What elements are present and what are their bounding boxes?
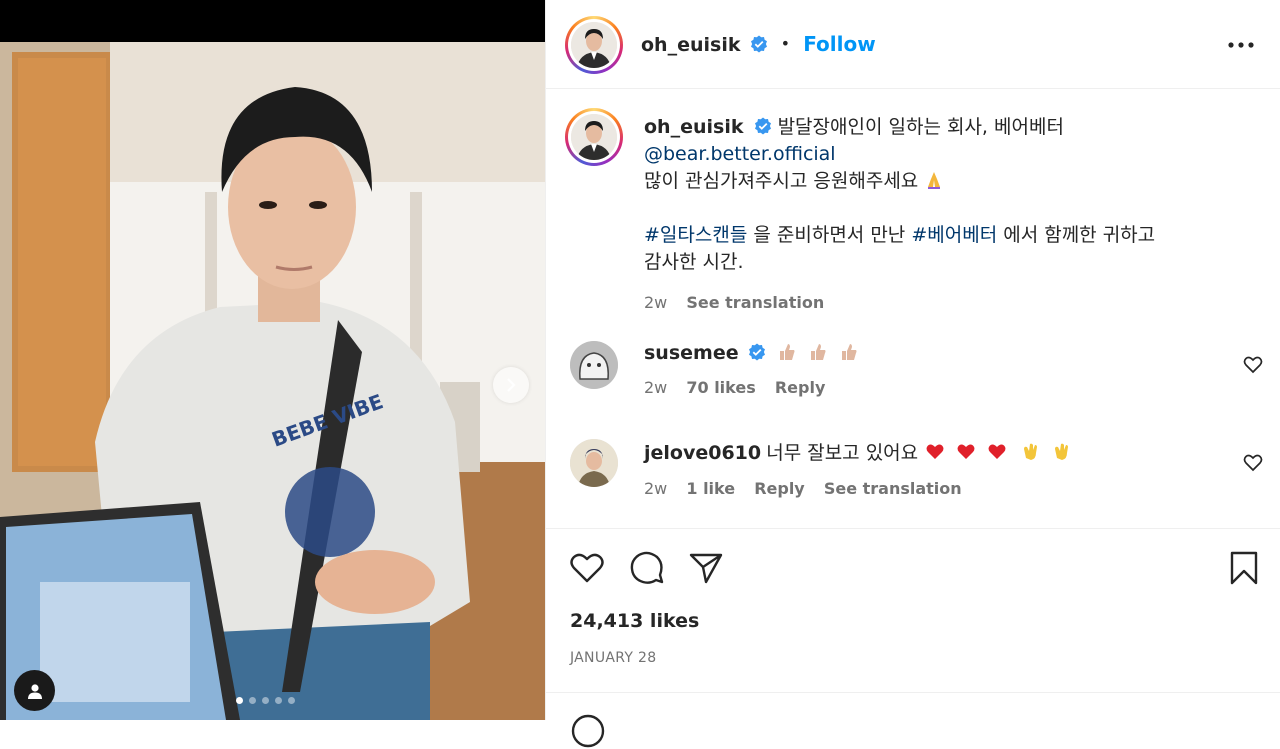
comment-username[interactable]: jelove0610 <box>644 442 761 464</box>
clapping-hands-emoji-icon <box>1021 443 1074 463</box>
caption-timestamp[interactable]: 2w <box>644 293 667 312</box>
author-username[interactable]: oh_euisik <box>641 34 740 56</box>
author-avatar[interactable] <box>565 16 623 74</box>
post-photo: BEBE VIBE <box>0 42 545 720</box>
carousel-dot <box>288 697 295 704</box>
comment-timestamp[interactable]: 2w <box>644 479 667 498</box>
carousel-dot <box>236 697 243 704</box>
post-side-panel: oh_euisik • Follow oh_euisik 발달장애인이 일하는 … <box>545 0 1280 748</box>
reply-button[interactable]: Reply <box>775 378 826 397</box>
verified-badge-icon <box>750 35 767 53</box>
see-translation-link[interactable]: See translation <box>824 479 962 498</box>
comment-likes[interactable]: 70 likes <box>686 378 755 397</box>
verified-badge-icon <box>754 117 771 135</box>
post-header: oh_euisik • Follow <box>546 0 1280 89</box>
caption-mention-link[interactable]: @bear.better.official <box>644 143 836 165</box>
caption-text-end1: 에서 함께한 귀하고 <box>997 224 1156 246</box>
caption-author-avatar[interactable] <box>565 108 623 166</box>
add-comment-section <box>546 692 1280 748</box>
like-heart-icon[interactable] <box>569 550 605 586</box>
more-options-icon <box>1228 42 1254 48</box>
bookmark-icon[interactable] <box>1226 550 1262 586</box>
follow-button[interactable]: Follow <box>803 32 876 56</box>
comment-timestamp[interactable]: 2w <box>644 378 667 397</box>
comment-text: 너무 잘보고 있어요 <box>766 442 919 464</box>
hashtag-link[interactable]: #베어베터 <box>911 224 997 246</box>
reply-button[interactable]: Reply <box>754 479 805 498</box>
carousel-indicator <box>236 697 295 704</box>
carousel-dot <box>275 697 282 704</box>
likes-count[interactable]: 24,413 likes <box>570 610 699 632</box>
post-media: BEBE VIBE <box>0 0 545 720</box>
caption-username[interactable]: oh_euisik <box>644 116 743 138</box>
hashtag-link[interactable]: #일타스캔들 <box>644 224 747 246</box>
post-date[interactable]: JANUARY 28 <box>570 650 656 666</box>
caption-text-line1: 발달장애인이 일하는 회사, 베어베터 <box>777 116 1064 138</box>
heart-emoji-icon <box>925 444 1012 463</box>
thumbs-up-emoji-icon <box>777 344 859 363</box>
tagged-users-button[interactable] <box>14 670 55 711</box>
caption-text-line2: 많이 관심가져주시고 응원해주세요 <box>644 170 919 192</box>
carousel-dot <box>249 697 256 704</box>
comment-icon[interactable] <box>629 550 665 586</box>
chevron-right-icon <box>507 378 516 392</box>
folded-hands-emoji-icon <box>928 172 941 189</box>
comment-avatar[interactable] <box>570 439 618 487</box>
carousel-next-button[interactable] <box>493 367 529 403</box>
comment-item: jelove0610 너무 잘보고 있어요 2w 1 like Reply Se… <box>644 440 1074 498</box>
caption-text-end2: 감사한 시간. <box>644 251 744 273</box>
heart-icon[interactable] <box>1243 453 1263 473</box>
emoji-picker-icon[interactable] <box>570 713 606 749</box>
comment-avatar[interactable] <box>570 341 618 389</box>
comment-username[interactable]: susemee <box>644 342 739 364</box>
caption-text-mid: 을 준비하면서 만난 <box>747 224 912 246</box>
share-icon[interactable] <box>688 550 724 586</box>
user-tag-icon <box>27 683 42 699</box>
more-options-button[interactable] <box>1226 33 1256 57</box>
carousel-dot <box>262 697 269 704</box>
verified-badge-icon <box>748 343 765 361</box>
caption: oh_euisik 발달장애인이 일하는 회사, 베어베터 @bear.bett… <box>644 114 1244 316</box>
see-translation-link[interactable]: See translation <box>686 293 824 312</box>
separator-dot: • <box>780 34 791 53</box>
heart-icon[interactable] <box>1243 355 1263 375</box>
comment-item: susemee 2w 70 likes Reply <box>644 342 859 397</box>
comment-likes[interactable]: 1 like <box>686 479 735 498</box>
